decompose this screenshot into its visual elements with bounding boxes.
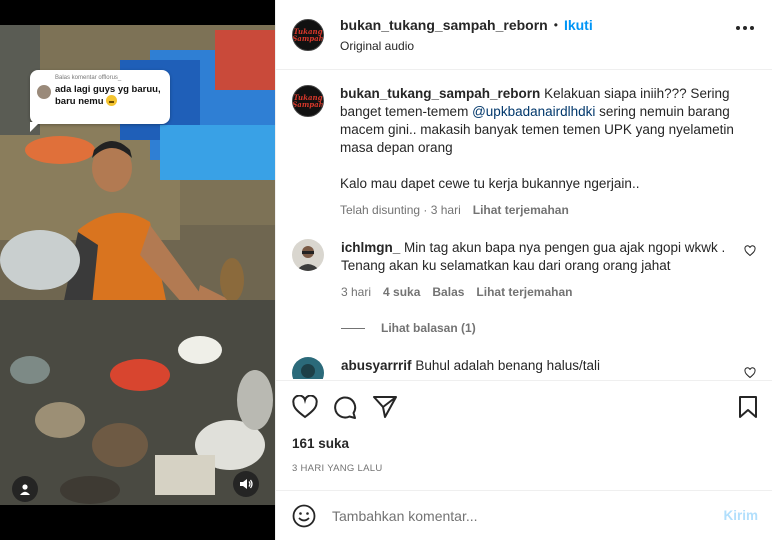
- caption-edited-time: Telah disunting · 3 hari: [340, 203, 461, 217]
- comment-username[interactable]: abusyarrrif: [341, 358, 412, 373]
- post-modal: Balas komentar offlorus_ ada lagi guys y…: [0, 0, 772, 540]
- comments-list[interactable]: Tukang Sampah bukan_tukang_sampah_reborn…: [276, 71, 772, 379]
- comment-translate-link[interactable]: Lihat terjemahan: [476, 283, 572, 301]
- post-comment-button[interactable]: Kirim: [723, 508, 758, 523]
- avatar-logo-text-2: Sampah: [292, 33, 324, 43]
- caption-username[interactable]: bukan_tukang_sampah_reborn: [340, 86, 540, 101]
- original-audio-link[interactable]: Original audio: [340, 39, 593, 53]
- view-replies-label: Lihat balasan (1): [381, 321, 476, 335]
- more-options-icon[interactable]: [736, 26, 754, 30]
- video-player[interactable]: Balas komentar offlorus_ ada lagi guys y…: [0, 0, 275, 540]
- like-comment-heart-icon[interactable]: [744, 245, 756, 257]
- view-replies-button[interactable]: Lihat balasan (1): [341, 319, 729, 337]
- comment-input[interactable]: [332, 507, 712, 524]
- comment-text: Buhul adalah benang halus/tali: [415, 358, 600, 373]
- emoji-smiley-icon[interactable]: [292, 504, 316, 528]
- speaker-icon: [240, 479, 253, 489]
- comment-username[interactable]: ichlmgn_: [341, 240, 400, 255]
- person-icon: [20, 484, 30, 495]
- post-actions: 161 suka 3 HARI YANG LALU: [276, 380, 772, 490]
- reply-sticker-header: Balas komentar offlorus_: [55, 75, 122, 81]
- comment-time[interactable]: 3 hari: [341, 283, 371, 301]
- post-date: 3 HARI YANG LALU: [292, 463, 383, 474]
- account-avatar[interactable]: Tukang Sampah: [292, 18, 324, 51]
- caption-text-second: Kalo mau dapet cewe tu kerja bukannye ng…: [340, 176, 640, 191]
- comment-item: ichlmgn_ Min tag akun bapa nya pengen gu…: [292, 239, 756, 337]
- follow-button[interactable]: Ikuti: [564, 17, 593, 33]
- reply-comment-sticker: Balas komentar offlorus_ ada lagi guys y…: [30, 70, 170, 132]
- caption-logo-text-2: Sampah: [292, 100, 324, 109]
- caption-avatar[interactable]: Tukang Sampah: [292, 85, 324, 117]
- mute-toggle-button[interactable]: [233, 471, 259, 497]
- comment-bubble-icon[interactable]: [332, 395, 358, 419]
- post-caption: Tukang Sampah bukan_tukang_sampah_reborn…: [292, 85, 752, 219]
- post-header: Tukang Sampah bukan_tukang_sampah_reborn…: [276, 0, 772, 70]
- post-details-panel: Tukang Sampah bukan_tukang_sampah_reborn…: [275, 0, 772, 540]
- like-comment-heart-icon[interactable]: [744, 367, 756, 379]
- comment-composer: Kirim: [276, 490, 772, 540]
- comment-likes[interactable]: 4 suka: [383, 283, 420, 301]
- share-paper-plane-icon[interactable]: [372, 395, 398, 419]
- caption-mention-link[interactable]: @upkbadanairdlhdki: [472, 104, 595, 119]
- tagged-users-button[interactable]: [12, 476, 38, 502]
- commenter-avatar[interactable]: [292, 357, 324, 379]
- header-separator: •: [553, 17, 558, 32]
- caption-translate-link[interactable]: Lihat terjemahan: [473, 201, 569, 219]
- comment-item: abusyarrrif Buhul adalah benang halus/ta…: [292, 357, 756, 379]
- likes-count[interactable]: 161 suka: [292, 436, 349, 451]
- replies-divider: [341, 327, 365, 329]
- commenter-avatar[interactable]: [292, 239, 324, 271]
- save-bookmark-icon[interactable]: [738, 395, 758, 419]
- grin-emoji-icon: [105, 95, 117, 106]
- header-username[interactable]: bukan_tukang_sampah_reborn: [340, 17, 548, 33]
- reply-button[interactable]: Balas: [432, 283, 464, 301]
- sticker-avatar: [37, 85, 51, 99]
- like-heart-icon[interactable]: [292, 395, 318, 419]
